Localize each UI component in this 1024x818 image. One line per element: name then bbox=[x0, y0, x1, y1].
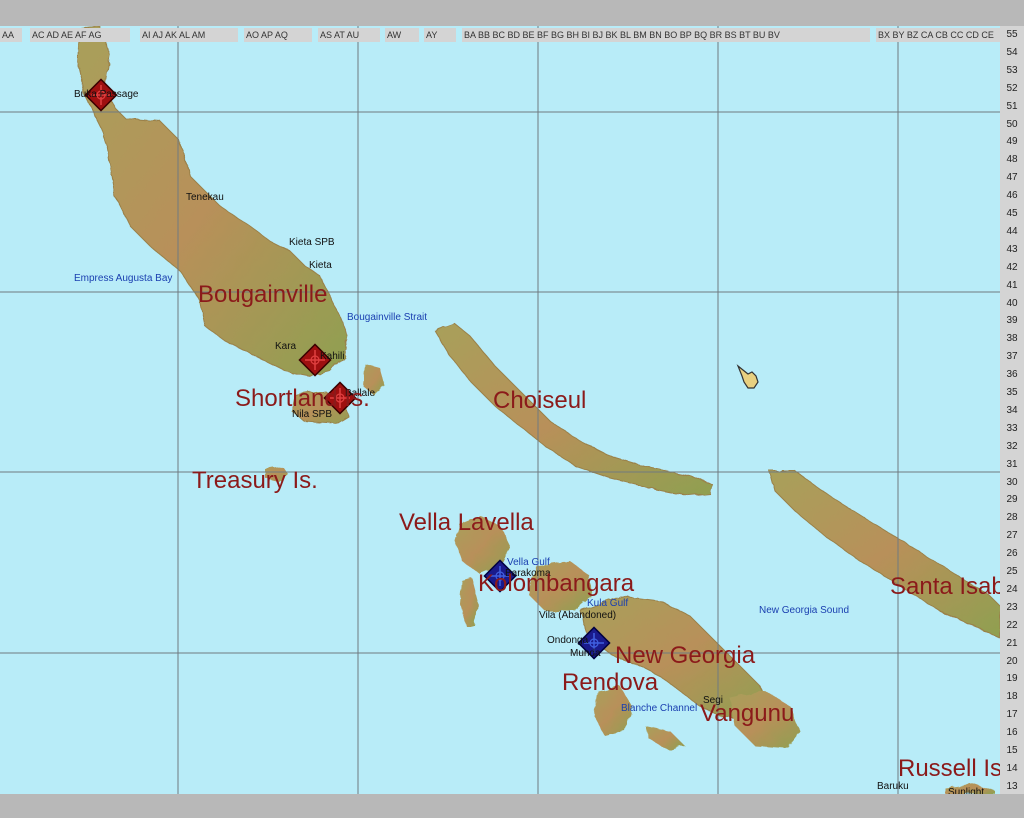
row-label: 13 bbox=[1006, 780, 1018, 792]
label-tenekau: Tenekau bbox=[186, 192, 224, 203]
row-label: 32 bbox=[1006, 440, 1018, 452]
row-label: 27 bbox=[1006, 530, 1018, 542]
row-label: 29 bbox=[1006, 494, 1018, 506]
row-label: 51 bbox=[1006, 100, 1018, 112]
row-label: 18 bbox=[1006, 691, 1018, 703]
row-label: 26 bbox=[1006, 548, 1018, 560]
row-label: 53 bbox=[1006, 64, 1018, 76]
col-label: BA BB BC BD BE BF BG BH BI BJ BK BL BM B… bbox=[462, 28, 870, 42]
label-kula-gulf: Kula Gulf bbox=[587, 598, 629, 609]
label-kieta: Kieta bbox=[309, 260, 332, 271]
row-label: 48 bbox=[1006, 154, 1018, 166]
row-label: 46 bbox=[1006, 190, 1018, 202]
col-label: AC AD AE AF AG bbox=[30, 28, 130, 42]
row-label: 15 bbox=[1006, 745, 1018, 756]
row-label: 42 bbox=[1006, 261, 1018, 273]
label-kahili: Kahili bbox=[320, 351, 345, 362]
label-new-georgia-sound: New Georgia Sound bbox=[759, 605, 850, 616]
row-label: 44 bbox=[1006, 225, 1018, 237]
row-label: 35 bbox=[1006, 387, 1018, 398]
label-ondonga: Ondonga bbox=[547, 635, 589, 646]
label-russell: Russell Is bbox=[898, 755, 1000, 782]
row-label: 36 bbox=[1006, 369, 1018, 381]
row-label: 17 bbox=[1006, 709, 1018, 721]
row-label: 39 bbox=[1006, 315, 1018, 327]
label-shortland: Shortland Is. bbox=[235, 385, 370, 412]
map-area[interactable]: Empress Augusta Bay Bougainville Strait … bbox=[0, 26, 1000, 798]
row-label: 31 bbox=[1006, 458, 1018, 470]
row-label: 19 bbox=[1006, 673, 1018, 685]
row-label: 37 bbox=[1006, 351, 1018, 363]
label-vila: Vila (Abandoned) bbox=[539, 610, 617, 621]
row-label: 25 bbox=[1006, 566, 1018, 577]
row-label: 28 bbox=[1006, 512, 1018, 524]
label-vella-gulf: Vella Gulf bbox=[507, 557, 550, 568]
label-bougainville-strait: Bougainville Strait bbox=[347, 312, 428, 323]
row-label: 22 bbox=[1006, 619, 1018, 631]
row-label: 52 bbox=[1006, 82, 1018, 94]
row-label: 14 bbox=[1006, 762, 1018, 774]
label-munda: Munda bbox=[570, 648, 601, 659]
row-label: 38 bbox=[1006, 333, 1018, 345]
row-label: 34 bbox=[1006, 404, 1018, 416]
label-santa-isabel: Santa Isab bbox=[890, 573, 1000, 600]
label-treasury: Treasury Is. bbox=[192, 467, 318, 494]
row-label: 50 bbox=[1006, 118, 1018, 130]
label-vangunu: Vangunu bbox=[700, 700, 795, 727]
row-ruler: 55 54 53 52 51 50 49 48 47 46 45 44 43 42 41 40 39 38 37 36… bbox=[1000, 26, 1024, 794]
col-label: AS AT AU bbox=[318, 28, 380, 42]
column-ruler: AA AC AD AE AF AG AI AJ AK AL AM AO AP A… bbox=[0, 28, 1002, 44]
col-label: AA bbox=[0, 28, 22, 42]
hand-cursor-icon bbox=[736, 364, 759, 389]
col-label: AO AP AQ bbox=[244, 28, 312, 42]
row-label: 16 bbox=[1006, 727, 1018, 739]
row-label: 41 bbox=[1006, 279, 1018, 291]
row-label: 54 bbox=[1006, 46, 1018, 58]
row-label: 30 bbox=[1006, 476, 1018, 488]
row-label: 43 bbox=[1006, 243, 1018, 255]
row-label: 33 bbox=[1006, 422, 1018, 434]
row-label: 40 bbox=[1006, 297, 1018, 309]
row-label: 24 bbox=[1006, 583, 1018, 595]
label-bougainville: Bougainville bbox=[198, 281, 328, 308]
label-kolombangara: Kolombangara bbox=[478, 570, 635, 597]
row-label: 47 bbox=[1006, 172, 1018, 184]
label-rendova: Rendova bbox=[562, 669, 659, 696]
col-label: BX BY BZ CA CB CC CD CE bbox=[876, 28, 1002, 42]
label-kieta-spb: Kieta SPB bbox=[289, 237, 335, 248]
label-buka: Buka Passage bbox=[74, 89, 139, 100]
label-empress-augusta-bay: Empress Augusta Bay bbox=[74, 273, 173, 284]
row-label: 21 bbox=[1006, 637, 1018, 649]
label-choiseul: Choiseul bbox=[493, 387, 587, 414]
row-label: 55 bbox=[1006, 29, 1018, 40]
top-bar bbox=[0, 0, 1024, 26]
label-vella-lavella: Vella Lavella bbox=[399, 509, 534, 536]
row-label: 20 bbox=[1006, 655, 1018, 667]
col-label: AI AJ AK AL AM bbox=[140, 28, 238, 42]
row-label: 45 bbox=[1006, 208, 1018, 219]
label-kara: Kara bbox=[275, 341, 297, 352]
label-new-georgia: New Georgia bbox=[615, 642, 756, 669]
col-label: AW bbox=[385, 28, 419, 42]
label-blanche-channel: Blanche Channel bbox=[621, 703, 698, 714]
row-label: 23 bbox=[1006, 601, 1018, 613]
row-label: 49 bbox=[1006, 136, 1018, 148]
col-label: AY bbox=[424, 28, 456, 42]
bottom-bar bbox=[0, 794, 1024, 818]
